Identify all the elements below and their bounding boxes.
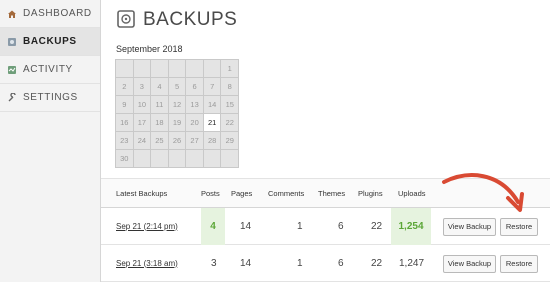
home-icon [8,10,16,18]
calendar-day[interactable]: 19 [168,114,187,132]
table-row: Sep 21 (3:18 am) 3 14 1 6 22 1,247 View … [101,245,550,282]
calendar-day[interactable]: 9 [116,96,134,114]
backups-icon [8,37,16,46]
uploads-count: 1,254 [391,208,431,245]
restore-button[interactable]: Restore [500,218,538,236]
calendar: 1 2 3 4 5 6 7 8 9 10 11 12 13 14 15 16 17 18 19 20 21 22 23 24 2… [115,59,240,168]
calendar-empty-cell [133,150,152,168]
calendar-day[interactable]: 18 [151,114,169,132]
header-themes: Themes [318,188,346,198]
calendar-day[interactable]: 28 [203,132,222,150]
calendar-day[interactable]: 4 [151,78,169,96]
calendar-empty-cell [203,60,222,78]
calendar-day[interactable]: 14 [203,96,222,114]
themes-count: 6 [338,257,344,269]
view-backup-button[interactable]: View Backup [443,218,496,236]
sidebar-item-label: Activity [23,64,73,75]
calendar-empty-cell [151,60,169,78]
calendar-day[interactable]: 5 [168,78,187,96]
calendar-day[interactable]: 27 [186,132,204,150]
comments-count: 1 [297,257,303,269]
header-posts: Posts [201,188,220,198]
annotation-arrow [442,173,524,212]
sidebar-item-backups[interactable]: Backups [0,28,100,56]
plugins-count: 22 [371,220,383,232]
plugins-count: 22 [371,257,383,269]
calendar-empty-cell [186,60,204,78]
calendar-day[interactable]: 13 [186,96,204,114]
header-comments: Comments [268,188,305,198]
calendar-day[interactable]: 16 [116,114,134,132]
posts-count: 4 [201,208,225,245]
calendar-week: 2345678 [116,78,240,96]
page-title: BACKUPS [143,9,238,30]
calendar-month-label: September 2018 [116,44,183,54]
calendar-day[interactable]: 12 [168,96,187,114]
header-latest-backups: Latest Backups [116,188,168,198]
calendar-empty-cell [133,60,152,78]
calendar-day[interactable]: 22 [221,114,240,132]
pages-count: 14 [240,257,252,269]
calendar-day[interactable]: 11 [151,96,169,114]
sidebar-item-label: Dashboard [23,8,92,19]
calendar-day[interactable]: 2 [116,78,134,96]
sidebar-item-settings[interactable]: Settings [0,84,100,112]
calendar-day[interactable]: 20 [186,114,204,132]
calendar-empty-cell [168,150,187,168]
calendar-day[interactable]: 23 [116,132,134,150]
calendar-empty-cell [203,150,222,168]
sidebar-item-dashboard[interactable]: Dashboard [0,0,100,28]
calendar-empty-cell [116,60,134,78]
calendar-day[interactable]: 6 [186,78,204,96]
header-plugins: Plugins [358,188,383,198]
uploads-count: 1,247 [399,257,425,269]
comments-count: 1 [297,220,303,232]
activity-icon [8,65,16,74]
calendar-day[interactable]: 3 [133,78,152,96]
calendar-day[interactable]: 21 [203,114,222,132]
calendar-week: 23 24 25 26 27 28 29 [116,132,240,150]
calendar-day[interactable]: 8 [221,78,240,96]
calendar-week: 30 [116,150,240,168]
backup-date-link[interactable]: Sep 21 (2:14 pm) [116,222,178,231]
restore-button[interactable]: Restore [500,255,538,273]
calendar-empty-cell [151,150,169,168]
calendar-day[interactable]: 17 [133,114,152,132]
backup-date-link[interactable]: Sep 21 (3:18 am) [116,259,178,268]
vault-icon [117,10,135,28]
view-backup-button[interactable]: View Backup [443,255,496,273]
calendar-day[interactable]: 30 [116,150,134,168]
calendar-day[interactable]: 1 [221,60,240,78]
pages-count: 14 [240,220,252,232]
calendar-week: 1 [116,60,240,78]
calendar-day[interactable]: 10 [133,96,152,114]
calendar-empty-cell [168,60,187,78]
calendar-day[interactable]: 15 [221,96,240,114]
wrench-icon [8,92,16,101]
calendar-empty-cell [186,150,204,168]
sidebar-item-activity[interactable]: Activity [0,56,100,84]
calendar-empty-cell [221,150,240,168]
header-pages: Pages [231,188,253,198]
calendar-day[interactable]: 24 [133,132,152,150]
sidebar: Dashboard Backups Activity Settings [0,0,101,282]
header-uploads: Uploads [398,188,426,198]
calendar-week: 9 10 11 12 13 14 15 [116,96,240,114]
posts-count: 3 [211,257,217,269]
calendar-day[interactable]: 7 [203,78,222,96]
calendar-day[interactable]: 25 [151,132,169,150]
themes-count: 6 [338,220,344,232]
sidebar-item-label: Backups [23,36,77,47]
calendar-week: 16 17 18 19 20 21 22 [116,114,240,132]
calendar-day[interactable]: 29 [221,132,240,150]
sidebar-item-label: Settings [23,92,78,103]
calendar-day[interactable]: 26 [168,132,187,150]
